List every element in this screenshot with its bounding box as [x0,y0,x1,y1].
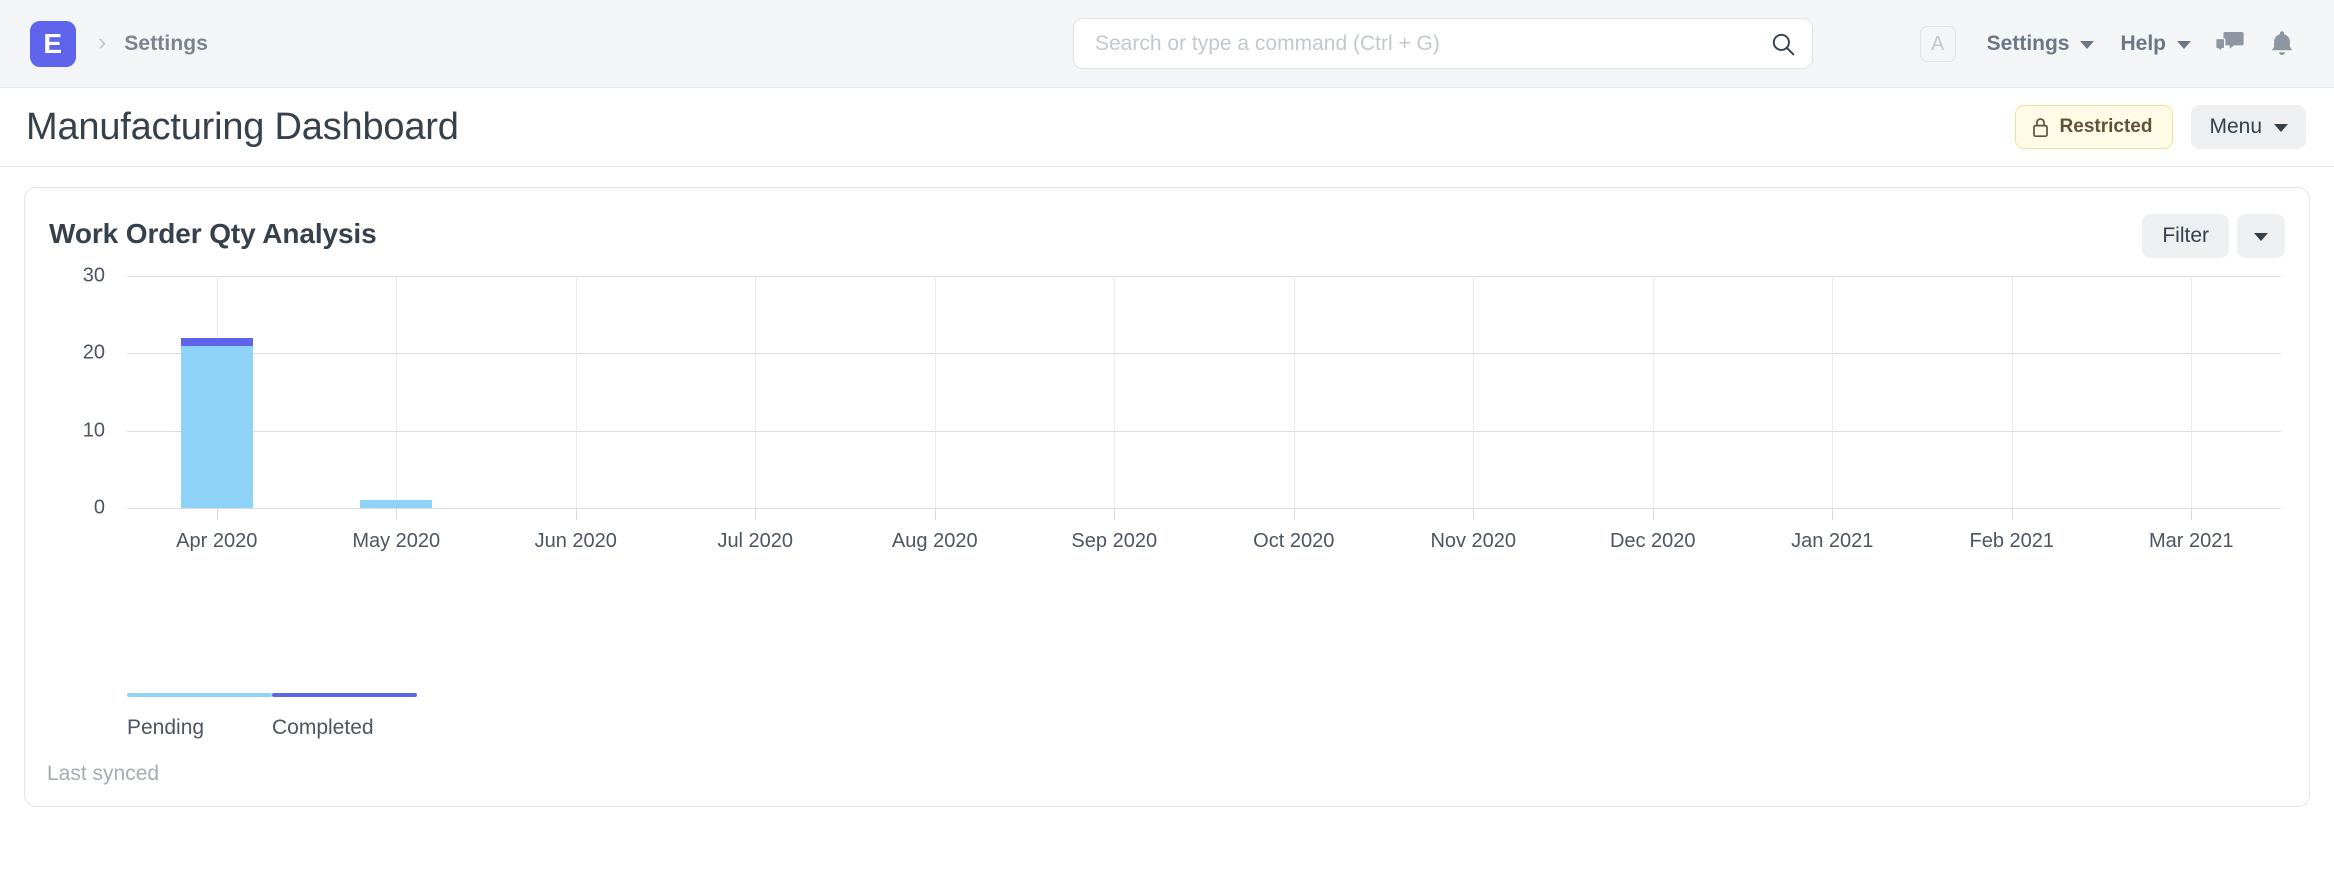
chart-gridline [575,276,577,508]
chart-x-tick-label: May 2020 [352,530,441,552]
chart-gridline [127,353,2281,355]
chart-bar[interactable] [360,500,433,508]
navbar: E › Settings A Settings Help [0,0,2334,88]
chart-x-tick-label: Apr 2020 [176,530,258,552]
chart-y-tick-label: 10 [82,419,105,442]
chart-gridline [934,276,936,508]
chart-gridline [1114,276,1116,508]
chart-x-tick-label: Jul 2020 [717,530,794,552]
chevron-down-icon [2274,124,2288,132]
bell-icon[interactable] [2269,29,2295,59]
chart-card-actions: Filter [2142,214,2285,258]
chart-x-tick-label: Sep 2020 [1071,530,1158,552]
page-title: Manufacturing Dashboard [26,105,459,148]
chart-bar-segment-pending[interactable] [360,500,433,508]
chart-x-axis: Apr 2020 May 2020 Jun 2020 Jul 2020 Aug 2020… [127,508,2281,552]
chart-gridline [1652,276,1654,508]
legend-label: Completed [272,716,374,739]
breadcrumb-item-settings[interactable]: Settings [124,32,208,56]
chart-gridline [1832,276,1834,508]
notifications-button[interactable] [2256,18,2308,70]
chart-x-tick-label: Dec 2020 [1609,530,1696,552]
lock-icon [2032,117,2048,137]
chart-x-tick-label: Nov 2020 [1430,530,1517,552]
page-header-actions: Restricted Menu [2014,105,2306,149]
filter-button[interactable]: Filter [2142,214,2229,258]
menu-label: Menu [2209,115,2262,138]
breadcrumb-chevron-icon: › [98,28,107,56]
chart-legend: Pending Completed [127,693,417,740]
chart-y-tick-label: 30 [82,264,105,287]
chart-x-tick-label: Oct 2020 [1253,530,1335,552]
filter-dropdown-button[interactable] [2237,214,2285,258]
chart-gridline [1473,276,1475,508]
legend-swatch [272,693,417,697]
chevron-down-icon [2177,41,2191,49]
chat-button[interactable] [2204,18,2256,70]
chevron-down-icon [2080,41,2095,49]
chart-y-tick-label: 20 [82,341,105,364]
chat-icon[interactable] [2215,30,2245,58]
navbar-left: E › Settings [30,20,208,67]
chart-gridline [396,276,398,508]
search-icon[interactable] [1770,31,1796,57]
chart-gridline [127,276,2281,277]
legend-item-pending[interactable]: Pending [127,693,272,740]
dashboard-body: Work Order Qty Analysis Filter 0 10 20 30 A… [0,167,2334,807]
chart-gridline [1293,276,1295,508]
navbar-right: A Settings Help [1919,0,2308,88]
chart-x-tick-label: Mar 2021 [2149,530,2234,552]
filter-label: Filter [2162,224,2209,247]
chart-gridline [755,276,757,508]
nav-help-label: Help [2120,32,2166,55]
chart-card-header: Work Order Qty Analysis Filter [25,188,2309,258]
chart-y-tick-label: 0 [93,496,105,519]
legend-label: Pending [127,716,205,739]
nav-help-dropdown[interactable]: Help [2107,32,2204,56]
chart-x-tick-label: Jun 2020 [534,530,617,552]
chart-x-tick-label: Aug 2020 [891,530,978,552]
brand-logo[interactable]: E [30,20,76,67]
search-input[interactable] [1095,31,1770,56]
chart-y-axis: 0 10 20 30 [53,265,117,519]
chart: 0 10 20 30 Apr 2020 May 2020 Jun 2020 Jul 2020… [53,265,2281,552]
last-synced-label: Last synced [47,762,160,785]
chart-x-tick-label: Feb 2021 [1969,530,2055,552]
chart-plot-area [127,276,2281,520]
restricted-label: Restricted [2059,116,2153,137]
restricted-badge[interactable]: Restricted [2014,105,2174,149]
chart-bar[interactable] [180,337,253,508]
page-header: Manufacturing Dashboard Restricted Menu [0,88,2334,166]
chart-bar-segment-pending[interactable] [180,345,253,508]
menu-button[interactable]: Menu [2191,105,2306,149]
avatar[interactable]: A [1919,26,1956,62]
chart-bar-segment-completed[interactable] [180,337,253,346]
chart-x-tick-label: Jan 2021 [1791,530,1874,552]
chart-card: Work Order Qty Analysis Filter 0 10 20 30 A… [24,187,2310,807]
chart-gridline [2191,276,2193,508]
legend-item-completed[interactable]: Completed [272,693,417,740]
chevron-down-icon [2254,233,2268,241]
nav-settings-dropdown[interactable]: Settings [1974,32,2108,56]
chart-gridline [2011,276,2013,508]
chart-title: Work Order Qty Analysis [49,218,377,249]
chart-gridline [127,430,2281,432]
nav-settings-label: Settings [1986,32,2070,55]
legend-swatch [127,693,272,697]
global-search[interactable] [1073,18,1813,69]
